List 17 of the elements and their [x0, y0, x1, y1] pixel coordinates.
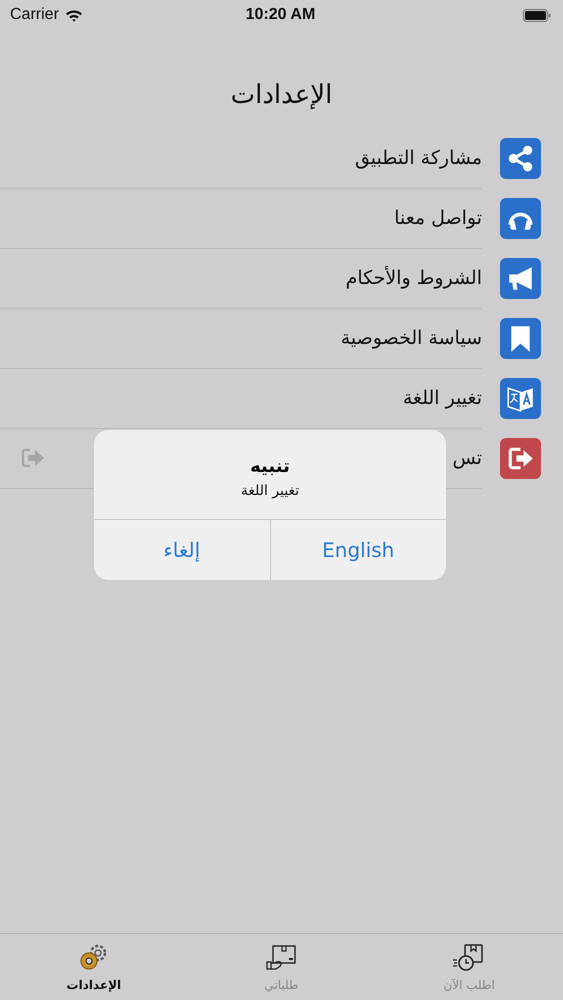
alert-button[interactable]: إلغاء	[94, 520, 270, 580]
settings-item[interactable]: الشروط والأحكام	[346, 266, 482, 288]
settings-item[interactable]: تس	[452, 446, 482, 468]
settings-item[interactable]: تواصل معنا	[394, 206, 482, 228]
alert-button[interactable]: English	[270, 520, 446, 580]
alert-title: تنبيه	[250, 456, 290, 477]
settings-item[interactable]: مشاركة التطبيق	[354, 146, 482, 168]
carrier-label: Carrier	[10, 6, 59, 24]
battery-icon	[522, 8, 551, 22]
clock: 10:20 AM	[244, 6, 316, 24]
wifi-icon	[64, 8, 83, 22]
tab[interactable]: الإعدادات	[0, 934, 188, 1000]
settings-item[interactable]: تغيير اللغة	[402, 386, 482, 408]
logout-icon	[20, 446, 46, 468]
settings-item[interactable]: سياسة الخصوصية	[340, 326, 482, 348]
alert-message: تغيير اللغة	[240, 483, 300, 499]
page-title: الإعدادات	[230, 80, 334, 110]
